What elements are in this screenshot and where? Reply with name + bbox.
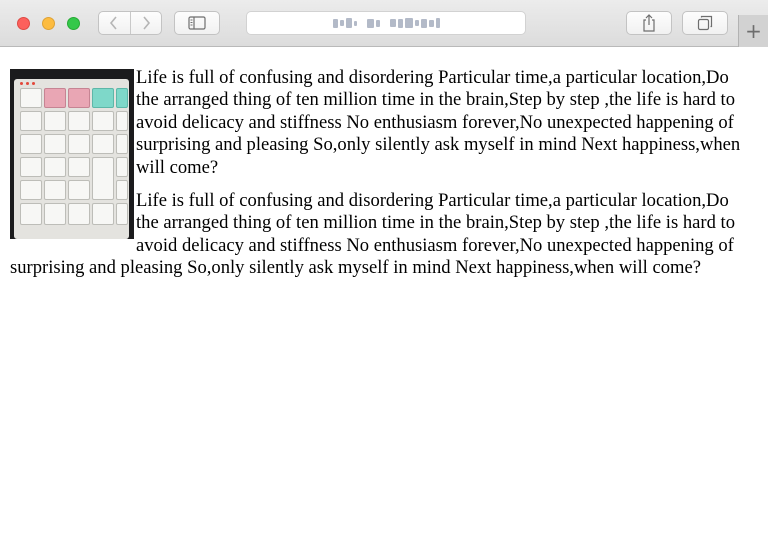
minimize-window-button[interactable] [42,17,55,30]
forward-button[interactable] [129,12,162,34]
browser-toolbar: + [0,0,768,47]
navigation-buttons [98,11,162,35]
close-window-button[interactable] [17,17,30,30]
share-icon [643,14,655,32]
plus-icon: + [745,19,762,43]
share-button[interactable] [626,11,672,35]
zoom-window-button[interactable] [67,17,80,30]
address-bar[interactable] [246,11,526,35]
chevron-right-icon [143,16,150,30]
back-button[interactable] [99,12,130,34]
show-sidebar-button[interactable] [174,11,220,35]
tab-overview-icon [697,15,713,31]
keypad-photo [10,69,134,239]
blurred-url [332,18,440,28]
tab-overview-button[interactable] [682,11,728,35]
chevron-left-icon [110,16,117,30]
new-tab-button[interactable]: + [738,15,768,47]
page-content: Life is full of confusing and disorderin… [10,67,755,291]
sidebar-icon [188,16,206,30]
